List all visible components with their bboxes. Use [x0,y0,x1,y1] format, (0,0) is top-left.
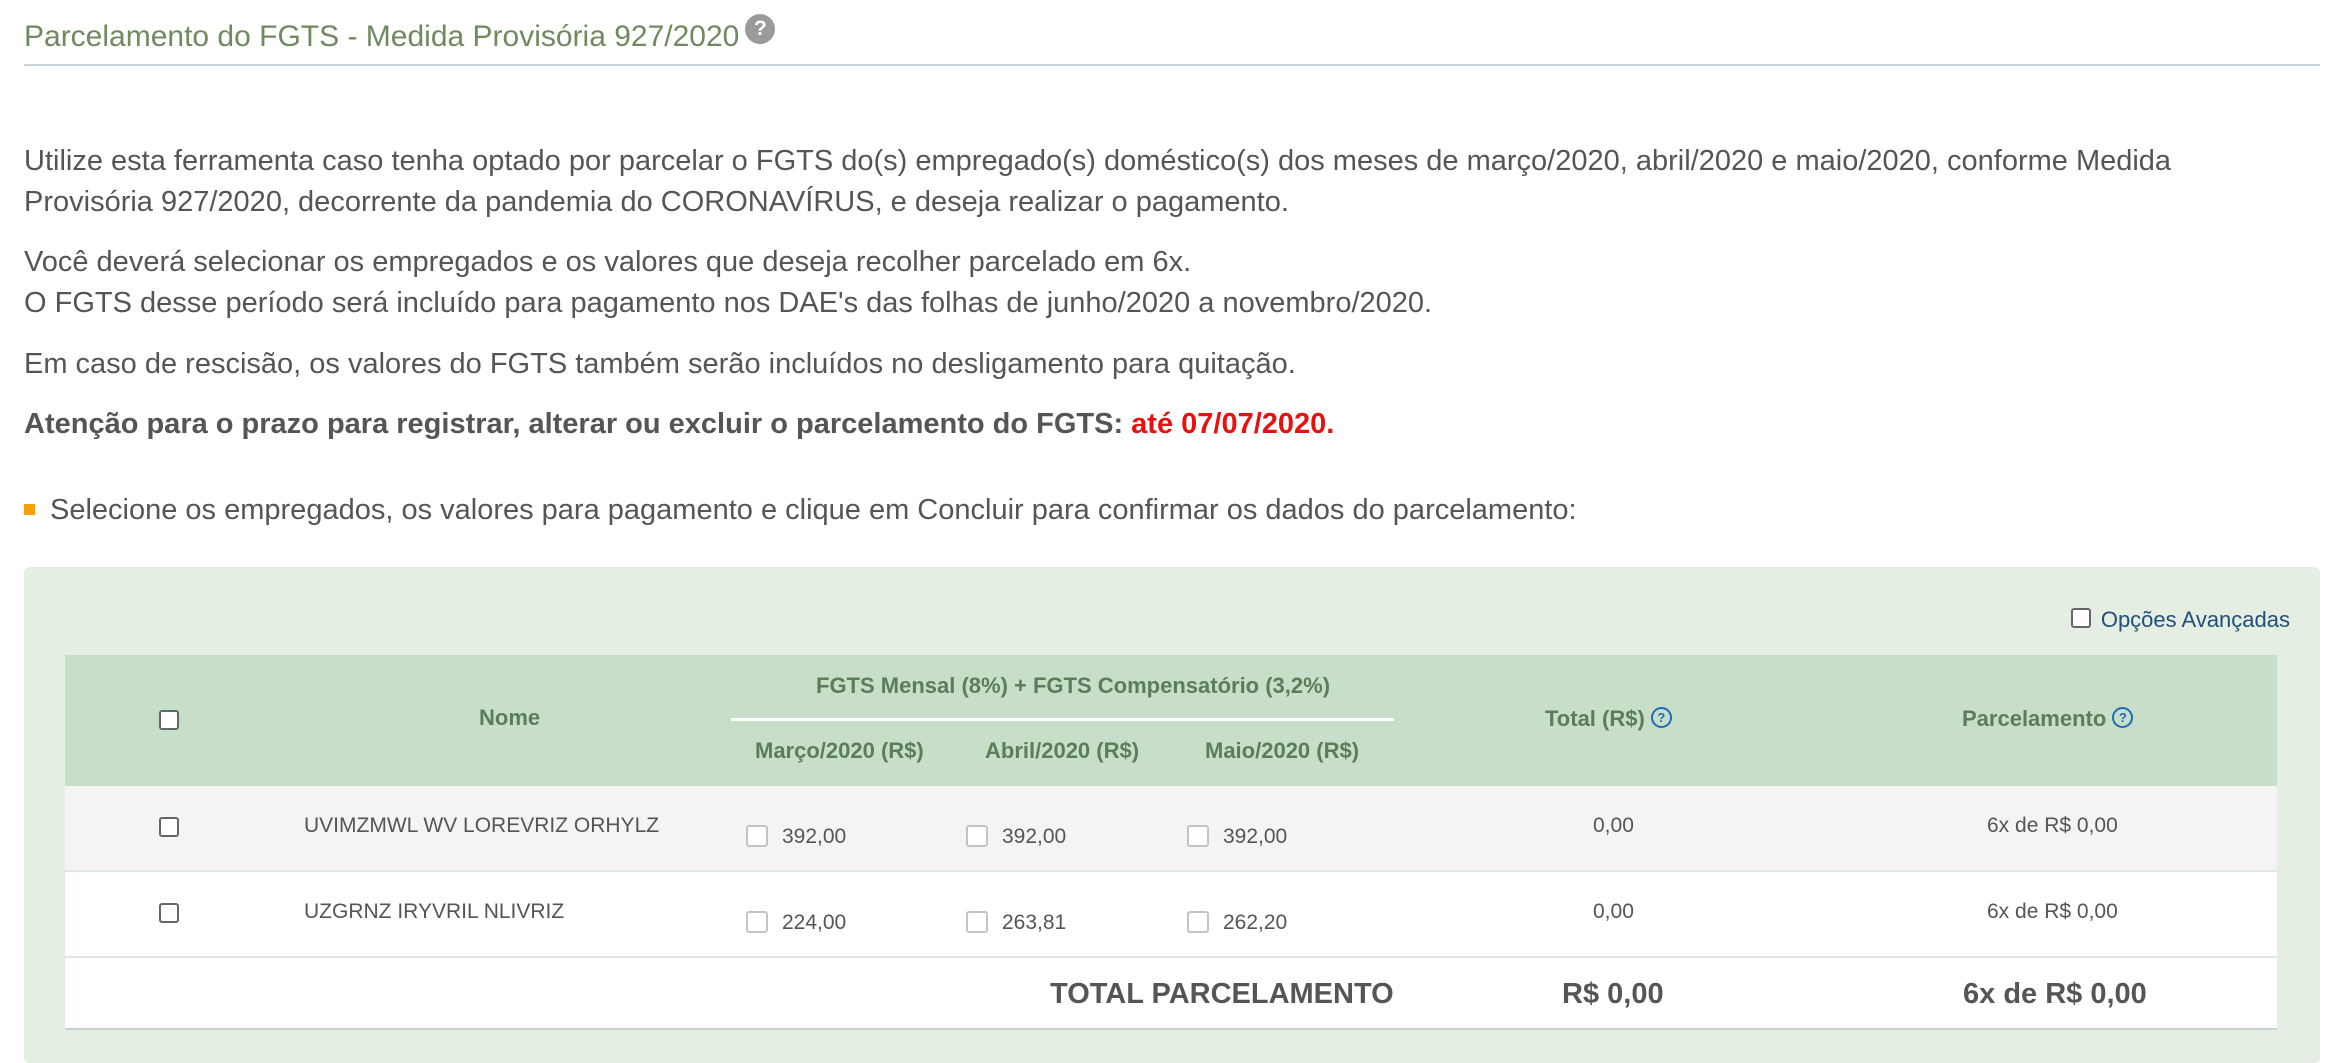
intro-p2-line2: O FGTS desse período será incluído para … [24,287,1433,319]
row-checkbox[interactable] [159,903,179,923]
installment-help-icon[interactable]: ? [2112,707,2134,728]
total-help-icon[interactable]: ? [1650,707,1672,728]
advanced-options[interactable]: Opções Avançadas [2070,607,2290,633]
page-title: Parcelamento do FGTS - Medida Provisória… [24,14,776,54]
page-title-text: Parcelamento do FGTS - Medida Provisória… [24,20,740,53]
may-value: 262,20 [1223,911,1288,934]
employees-panel: Opções Avançadas Nome FGTS Mensal (8%) +… [24,567,2320,1063]
total-label: TOTAL PARCELAMENTO [1050,978,1394,1010]
may-value: 392,00 [1223,825,1288,848]
table-header: Nome FGTS Mensal (8%) + FGTS Compensatór… [65,655,2277,786]
table-row: UZGRNZ IRYVRIL NLIVRIZ 224,00 263,81 262… [65,872,2277,958]
april-checkbox[interactable] [966,911,988,933]
deadline-notice: Atenção para o prazo para registrar, alt… [24,404,1334,445]
advanced-options-label[interactable]: Opções Avançadas [2101,607,2290,632]
april-value: 392,00 [1002,825,1067,848]
may-checkbox[interactable] [1187,911,1209,933]
header-installment-text: Parcelamento [1962,706,2107,731]
header-total: Total (R$)? [1545,706,1672,732]
installment-table: Nome FGTS Mensal (8%) + FGTS Compensatór… [65,655,2277,1030]
instruction-text: Selecione os empregados, os valores para… [50,494,1577,526]
header-fgts-group: FGTS Mensal (8%) + FGTS Compensatório (3… [816,673,1331,698]
group-divider [731,718,1394,721]
intro-paragraph-3: Em caso de rescisão, os valores do FGTS … [24,348,1296,380]
intro-p1-line1: Utilize esta ferramenta caso tenha optad… [24,145,2172,177]
advanced-options-checkbox[interactable] [2070,608,2091,629]
row-installment: 6x de R$ 0,00 [1987,900,2118,923]
attention-text: Atenção para o prazo para registrar, alt… [24,408,1124,440]
table-row: UVIMZMWL WV LOREVRIZ ORHYLZ 392,00 392,0… [65,786,2277,872]
header-march: Março/2020 (R$) [755,738,924,763]
header-installment: Parcelamento? [1962,706,2134,732]
instruction: Selecione os empregados, os valores para… [24,494,1577,527]
help-icon[interactable]: ? [745,14,776,44]
april-value: 263,81 [1002,911,1067,934]
march-checkbox[interactable] [746,825,768,847]
header-april: Abril/2020 (R$) [985,738,1140,763]
intro-paragraph-1: Utilize esta ferramenta caso tenha optad… [24,141,2171,223]
employee-name: UZGRNZ IRYVRIL NLIVRIZ [304,900,565,923]
header-total-text: Total (R$) [1545,706,1645,731]
row-checkbox[interactable] [159,817,179,837]
april-checkbox[interactable] [966,825,988,847]
bullet-icon [24,503,35,515]
employee-name: UVIMZMWL WV LOREVRIZ ORHYLZ [304,814,660,837]
march-checkbox[interactable] [746,911,768,933]
total-installment: 6x de R$ 0,00 [1963,978,2147,1010]
intro-p2-line1: Você deverá selecionar os empregados e o… [24,246,1192,278]
header-may: Maio/2020 (R$) [1205,738,1360,763]
intro-paragraph-2: Você deverá selecionar os empregados e o… [24,242,1432,324]
header-name: Nome [479,705,541,730]
march-value: 392,00 [782,825,847,848]
total-row: TOTAL PARCELAMENTO R$ 0,00 6x de R$ 0,00 [65,958,2277,1030]
intro-p1-line2: Provisória 927/2020, decorrente da pande… [24,186,1289,218]
select-all-checkbox[interactable] [159,710,179,730]
deadline-date: até 07/07/2020. [1131,408,1335,440]
total-value: R$ 0,00 [1562,978,1664,1010]
row-installment: 6x de R$ 0,00 [1987,814,2118,837]
march-value: 224,00 [782,911,847,934]
row-total: 0,00 [1593,814,1634,837]
row-total: 0,00 [1593,900,1634,923]
may-checkbox[interactable] [1187,825,1209,847]
